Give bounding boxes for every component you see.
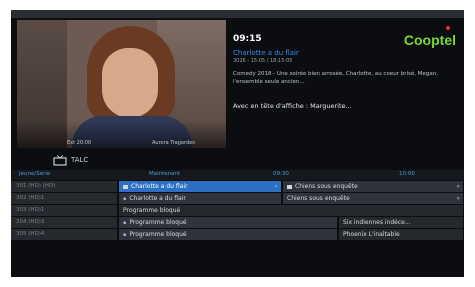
channel-label[interactable]: 304 (HD)3 xyxy=(11,217,117,228)
time-label-0930: 09:30 xyxy=(273,171,289,177)
program-cell-title: Charlotte a du flair xyxy=(129,195,186,202)
program-description: Comedy 2018 - Une soirée bien arrosée, C… xyxy=(233,71,438,85)
program-title: Charlotte a du flair xyxy=(233,49,299,57)
top-band xyxy=(11,10,464,18)
program-subtitle: 3026 - 15:05 / 18:15:05 xyxy=(233,58,293,64)
time-label-now: Maintenant xyxy=(149,171,181,177)
live-video-preview[interactable]: Ext 20:00 Aurora Tragardes xyxy=(17,20,226,148)
bullet-icon: ▪ xyxy=(123,232,127,238)
time-bar: Jeune/Série Maintenant 09:30 10:00 xyxy=(11,170,464,180)
bullet-icon: ▪ xyxy=(123,196,127,202)
brand-logo: Cooptel xyxy=(403,32,456,48)
channel-label[interactable]: 305 (HD)4 xyxy=(11,229,117,240)
video-caption-left: Ext 20:00 xyxy=(67,140,92,146)
program-cell-title: Programme bloqué xyxy=(129,219,187,226)
program-info-panel: 09:15 Cooptel Charlotte a du flair 3026 … xyxy=(227,20,464,148)
tag-icon xyxy=(287,184,292,189)
video-caption-right: Aurora Tragardes xyxy=(152,140,195,146)
program-cell[interactable]: ▪ Charlotte a du flair xyxy=(119,193,282,204)
program-cell-blocked[interactable]: Programme bloqué xyxy=(119,205,464,216)
channel-label[interactable]: 302 (HD)1 xyxy=(11,193,117,204)
scroll-left-arrow-icon[interactable]: « xyxy=(274,181,278,192)
program-cell-selected[interactable]: Charlotte a du flair « xyxy=(119,181,282,192)
channel-label[interactable]: 301 (HD) (HD) xyxy=(11,181,117,192)
channel-label[interactable]: 303 (HD)1 xyxy=(11,205,117,216)
program-cell-title: Six indiennes indéce... xyxy=(343,219,411,226)
tag-icon xyxy=(123,184,128,189)
epg-row: 302 (HD)1 ▪ Charlotte a du flair Chiens s… xyxy=(11,193,464,204)
program-cell[interactable]: Chiens sous enquête » xyxy=(283,181,464,192)
bullet-icon: ▪ xyxy=(123,220,127,226)
scroll-right-arrow-icon[interactable]: » xyxy=(456,181,460,192)
clock-time: 09:15 xyxy=(233,34,262,44)
epg-row: 304 (HD)3 ▪ Programme bloqué Six indienne… xyxy=(11,217,464,228)
program-cell-title: Programme bloqué xyxy=(129,231,187,238)
epg-row: 303 (HD)1 Programme bloqué xyxy=(11,205,464,216)
logo-accent-dot xyxy=(446,26,450,30)
program-cell[interactable]: Six indiennes indéce... xyxy=(339,217,464,228)
program-cell-title: Chiens sous enquête xyxy=(295,183,358,190)
bottom-area xyxy=(11,250,464,277)
time-label-0: Jeune/Série xyxy=(19,171,51,177)
epg-row: 305 (HD)4 ▪ Programme bloqué Phoenix L'in… xyxy=(11,229,464,240)
current-channel-name: TALC xyxy=(71,156,89,164)
program-cell-title: Charlotte a du flair xyxy=(131,183,188,190)
program-cell[interactable]: Phoenix L'inaltable xyxy=(339,229,464,240)
program-cell-blocked[interactable]: ▪ Programme bloqué xyxy=(119,217,338,228)
tv-icon xyxy=(53,155,67,166)
epg-row: 301 (HD) (HD) Charlotte a du flair « Chi… xyxy=(11,181,464,192)
program-cell-title: Programme bloqué xyxy=(123,207,181,214)
video-person-face xyxy=(102,48,158,118)
program-cell[interactable]: Chiens sous enquête » xyxy=(283,193,464,204)
program-cell-title: Chiens sous enquête xyxy=(287,195,350,202)
program-cell-title: Phoenix L'inaltable xyxy=(343,231,400,238)
tv-guide-screen: Ext 20:00 Aurora Tragardes 09:15 Cooptel… xyxy=(11,10,464,277)
scroll-right-arrow-icon[interactable]: » xyxy=(456,193,460,204)
program-cell-blocked[interactable]: ▪ Programme bloqué xyxy=(119,229,338,240)
time-label-1000: 10:00 xyxy=(399,171,415,177)
program-cast: Avec en tête d'affiche : Marguerite... xyxy=(233,102,352,110)
